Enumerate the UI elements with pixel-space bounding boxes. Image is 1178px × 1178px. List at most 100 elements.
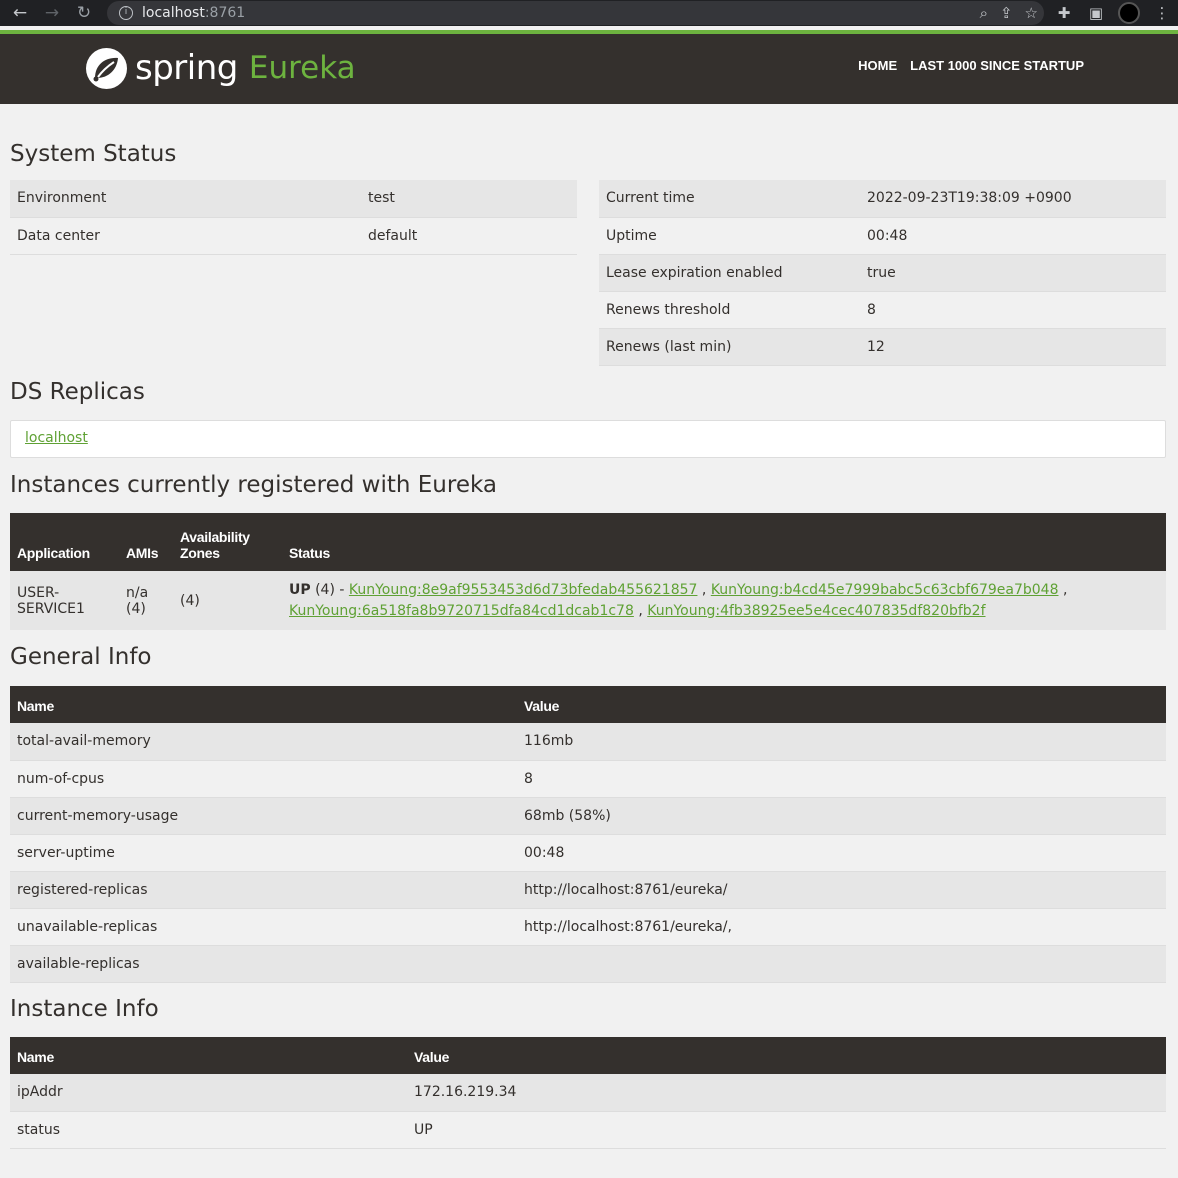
status-up-text: UP xyxy=(289,581,311,598)
col-name: Name xyxy=(10,686,517,723)
table-row: registered-replicas http://localhost:8761… xyxy=(10,871,1166,909)
site-info-icon[interactable]: i xyxy=(119,6,133,20)
extensions-icon[interactable]: ✚ xyxy=(1048,4,1080,22)
col-value: Value xyxy=(407,1037,1166,1074)
renews-last-min-label: Renews (last min) xyxy=(599,328,860,366)
instance-link[interactable]: KunYoung:b4cd45e7999babc5c63cbf679ea7b04… xyxy=(711,582,1059,598)
reload-icon[interactable]: ↻ xyxy=(68,0,100,26)
info-name: num-of-cpus xyxy=(10,760,517,798)
info-name: ipAddr xyxy=(10,1074,407,1112)
info-name: server-uptime xyxy=(10,834,517,872)
general-info-table: Name Value total-avail-memory 116mb num-o… xyxy=(10,686,1166,983)
col-value: Value xyxy=(517,686,1166,723)
url-port: :8761 xyxy=(204,5,246,21)
env-value: test xyxy=(361,180,577,218)
table-row: num-of-cpus 8 xyxy=(10,760,1166,798)
table-row: Current time 2022-09-23T19:38:09 +0900 xyxy=(599,180,1166,218)
info-value: UP xyxy=(407,1111,1166,1149)
spring-leaf-icon xyxy=(86,47,127,89)
table-row: available-replicas xyxy=(10,945,1166,983)
zones-cell: (4) xyxy=(173,571,282,630)
table-row: status UP xyxy=(10,1111,1166,1149)
lease-value: true xyxy=(860,254,1166,292)
share-icon[interactable]: ⇪ xyxy=(1000,4,1013,22)
instance-link[interactable]: KunYoung:6a518fa8b9720715dfa84cd1dcab1c7… xyxy=(289,603,634,619)
info-value: 68mb (58%) xyxy=(517,797,1166,835)
info-value: 00:48 xyxy=(517,834,1166,872)
datacenter-value: default xyxy=(361,217,577,255)
system-status-heading: System Status xyxy=(10,141,177,167)
brand-logo[interactable]: spring Eureka xyxy=(86,47,356,89)
col-name: Name xyxy=(10,1037,407,1074)
col-application: Application xyxy=(10,513,119,571)
instances-heading: Instances currently registered with Eure… xyxy=(10,472,497,498)
info-name: current-memory-usage xyxy=(10,797,517,835)
profile-avatar[interactable] xyxy=(1118,2,1140,24)
col-status: Status xyxy=(282,513,1166,571)
uptime-label: Uptime xyxy=(599,217,860,255)
info-name: status xyxy=(10,1111,407,1149)
table-row: Environment test xyxy=(10,180,577,218)
instance-info-table: Name Value ipAddr 172.16.219.34 status UP xyxy=(10,1037,1166,1149)
table-row: Renews (last min) 12 xyxy=(599,328,1166,366)
system-status-right-table: Current time 2022-09-23T19:38:09 +0900 U… xyxy=(599,180,1166,366)
url-host: localhost xyxy=(142,5,205,21)
replica-localhost-link[interactable]: localhost xyxy=(25,430,88,446)
browser-toolbar: ← → ↻ i localhost:8761 ⌕ ⇪ ☆ ✚ ▣ ⋮ xyxy=(0,0,1178,26)
info-value: http://localhost:8761/eureka/ xyxy=(517,871,1166,909)
zoom-icon[interactable]: ⌕ xyxy=(980,4,988,22)
forward-icon[interactable]: → xyxy=(36,0,68,26)
status-cell: UP (4) - KunYoung:8e9af9553453d6d73bfeda… xyxy=(282,571,1166,630)
uptime-value: 00:48 xyxy=(860,217,1166,255)
application-cell: USER-SERVICE1 xyxy=(10,571,119,630)
table-row: ipAddr 172.16.219.34 xyxy=(10,1074,1166,1112)
nav-last-1000-link[interactable]: LAST 1000 SINCE STARTUP xyxy=(910,58,1084,73)
table-row: server-uptime 00:48 xyxy=(10,834,1166,872)
col-zones: Availability Zones xyxy=(173,513,282,571)
table-row: unavailable-replicas http://localhost:876… xyxy=(10,908,1166,946)
lease-label: Lease expiration enabled xyxy=(599,254,860,292)
ds-replicas-heading: DS Replicas xyxy=(10,379,145,405)
info-name: registered-replicas xyxy=(10,871,517,909)
general-info-heading: General Info xyxy=(10,644,152,670)
amis-cell: n/a (4) xyxy=(119,571,173,630)
table-row: Lease expiration enabled true xyxy=(599,254,1166,292)
nav-home-link[interactable]: HOME xyxy=(858,58,897,73)
system-status-left-table: Environment test Data center default xyxy=(10,180,577,255)
side-panel-icon[interactable]: ▣ xyxy=(1080,4,1112,22)
address-bar[interactable]: i localhost:8761 ⌕ ⇪ ☆ xyxy=(107,1,1044,25)
env-label: Environment xyxy=(10,180,361,218)
renews-last-min-value: 12 xyxy=(860,328,1166,366)
info-value: 8 xyxy=(517,760,1166,798)
instance-info-heading: Instance Info xyxy=(10,996,159,1022)
status-count-text: (4) - xyxy=(310,581,349,598)
eureka-navbar: spring Eureka HOME LAST 1000 SINCE START… xyxy=(0,30,1178,104)
back-icon[interactable]: ← xyxy=(4,0,36,26)
menu-kebab-icon[interactable]: ⋮ xyxy=(1146,4,1178,22)
table-row: total-avail-memory 116mb xyxy=(10,723,1166,761)
info-name: total-avail-memory xyxy=(10,723,517,761)
current-time-value: 2022-09-23T19:38:09 +0900 xyxy=(860,180,1166,218)
instance-link[interactable]: KunYoung:8e9af9553453d6d73bfedab45562185… xyxy=(349,582,698,598)
datacenter-label: Data center xyxy=(10,217,361,255)
renews-threshold-value: 8 xyxy=(860,291,1166,329)
instances-table: Application AMIs Availability Zones Stat… xyxy=(10,513,1166,630)
info-value: 172.16.219.34 xyxy=(407,1074,1166,1112)
table-row: Renews threshold 8 xyxy=(599,291,1166,329)
table-row: USER-SERVICE1 n/a (4) (4) UP (4) - KunYo… xyxy=(10,571,1166,630)
instance-link[interactable]: KunYoung:4fb38925ee5e4cec407835df820bfb2… xyxy=(647,603,985,619)
brand-spring-text: spring xyxy=(135,48,238,88)
info-name: unavailable-replicas xyxy=(10,908,517,946)
renews-threshold-label: Renews threshold xyxy=(599,291,860,329)
ds-replicas-panel: localhost xyxy=(10,420,1166,458)
info-value xyxy=(517,945,1166,983)
bookmark-star-icon[interactable]: ☆ xyxy=(1025,4,1038,22)
table-row: Uptime 00:48 xyxy=(599,217,1166,255)
current-time-label: Current time xyxy=(599,180,860,218)
info-name: available-replicas xyxy=(10,945,517,983)
col-amis: AMIs xyxy=(119,513,173,571)
table-row: Data center default xyxy=(10,217,577,255)
info-value: http://localhost:8761/eureka/, xyxy=(517,908,1166,946)
brand-eureka-text: Eureka xyxy=(248,50,356,86)
table-row: current-memory-usage 68mb (58%) xyxy=(10,797,1166,835)
